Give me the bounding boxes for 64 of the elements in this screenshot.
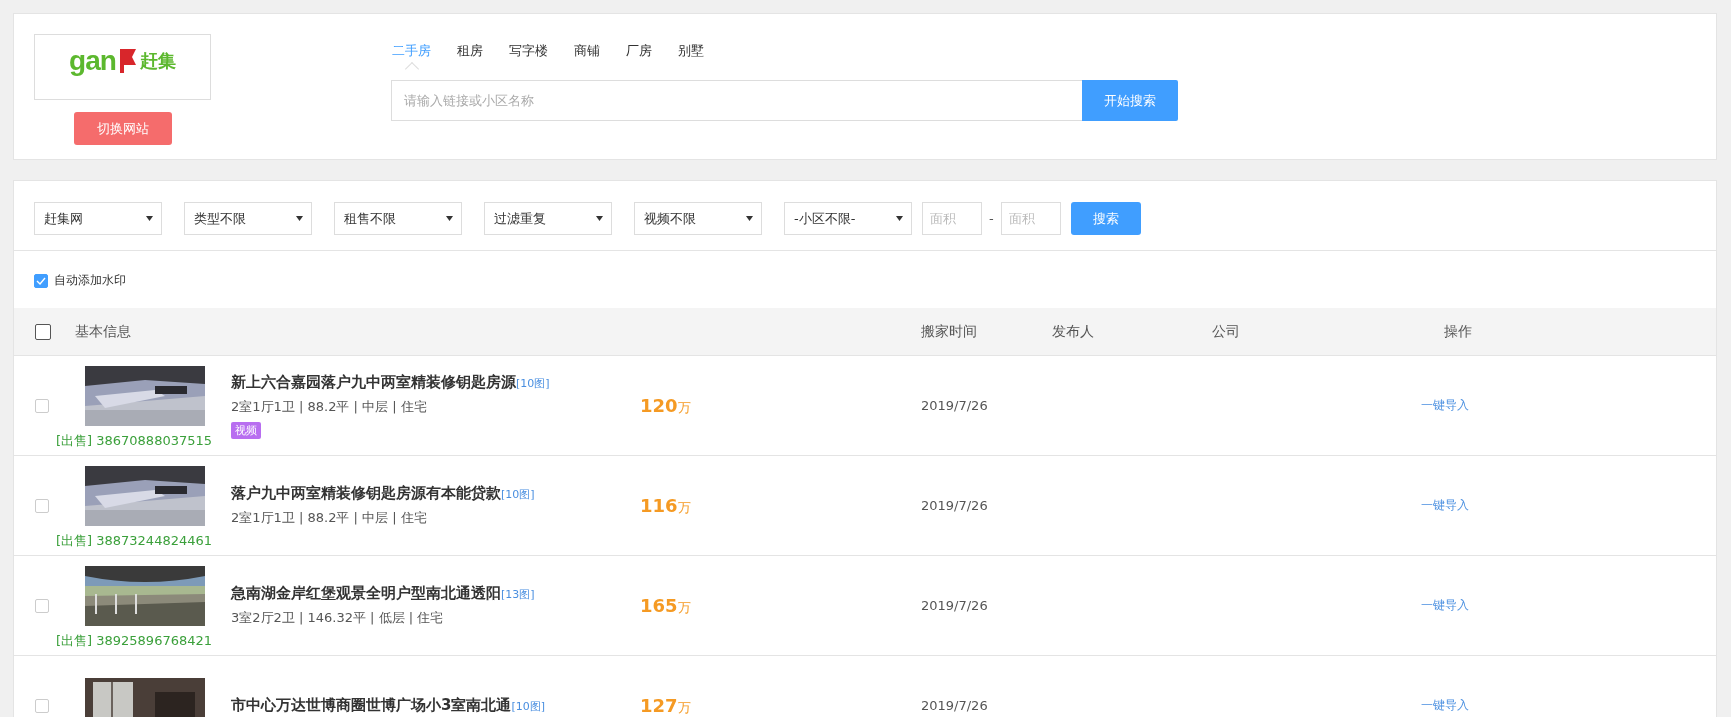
column-header: 搬家时间: [921, 322, 978, 341]
row-checkbox[interactable]: [35, 398, 49, 413]
filter-select[interactable]: 赶集网: [34, 202, 162, 235]
photo-count[interactable]: [10图]: [516, 375, 550, 391]
category-tab[interactable]: 别墅: [678, 42, 704, 66]
price: 116万: [640, 494, 692, 517]
listing-title[interactable]: 新上六合嘉园落户九中两室精装修钥匙房源: [231, 372, 516, 392]
filter-select[interactable]: -小区不限-: [784, 202, 912, 235]
caret-icon: [146, 216, 153, 221]
filter-select[interactable]: 类型不限: [184, 202, 312, 235]
price: 120万: [640, 394, 692, 417]
row-checkbox[interactable]: [35, 498, 49, 513]
listing-id: [出售] 38873244824461: [55, 531, 213, 550]
select-all-checkbox[interactable]: [35, 323, 51, 340]
listing-id: [出售] 38925896768421: [55, 631, 213, 650]
move-date: 2019/7/26: [921, 598, 989, 613]
filter-select[interactable]: 过滤重复: [484, 202, 612, 235]
listing-specs: 2室1厅1卫 | 88.2平 | 中层 | 住宅: [231, 397, 427, 416]
import-link[interactable]: 一键导入: [1421, 497, 1716, 514]
search-field[interactable]: 请输入链接或小区名称: [391, 80, 1082, 121]
import-link[interactable]: 一键导入: [1421, 397, 1716, 414]
caret-icon: [896, 216, 903, 221]
watermark-label: 自动添加水印: [54, 272, 126, 289]
caret-icon: [446, 216, 453, 221]
move-date: 2019/7/26: [921, 498, 989, 513]
logo-text: gan: [69, 47, 116, 75]
listing-id: [出售] 38670888037515: [55, 431, 213, 450]
row-checkbox[interactable]: [35, 698, 49, 713]
video-tag: 视频: [231, 421, 261, 439]
column-header: 公司: [1212, 322, 1241, 341]
move-date: 2019/7/26: [921, 398, 989, 413]
import-link[interactable]: 一键导入: [1421, 697, 1716, 714]
filter-select[interactable]: 租售不限: [334, 202, 462, 235]
area-min-field[interactable]: 面积: [922, 202, 982, 235]
watermark-checkbox[interactable]: [34, 273, 48, 288]
category-tab[interactable]: 商铺: [574, 42, 600, 66]
price: 165万: [640, 594, 692, 617]
listing-specs: 3室2厅2卫 | 146.32平 | 低层 | 住宅: [231, 609, 444, 627]
listing-title[interactable]: 落户九中两室精装修钥匙房源有本能贷款: [231, 484, 501, 503]
price: 127万: [640, 694, 692, 717]
import-link[interactable]: 一键导入: [1421, 597, 1716, 614]
caret-icon: [596, 216, 603, 221]
logo-text: 赶集: [139, 49, 176, 73]
flag-icon: [117, 47, 138, 73]
area-max-field[interactable]: 面积: [1000, 202, 1061, 235]
row-checkbox[interactable]: [35, 598, 49, 613]
caret-icon: [746, 216, 753, 221]
column-header: 操作: [1444, 322, 1473, 341]
filter-select[interactable]: 视频不限: [634, 202, 762, 235]
listing-title[interactable]: 市中心万达世博商圈世博广场小3室南北通: [231, 696, 512, 715]
column-header: 发布人: [1052, 322, 1095, 341]
photo-count[interactable]: [10图]: [511, 699, 546, 714]
category-tab[interactable]: 厂房: [626, 42, 652, 66]
move-date: 2019/7/26: [921, 698, 989, 713]
range-separator: -: [989, 211, 994, 226]
caret-icon: [296, 216, 303, 221]
listing-title[interactable]: 急南湖金岸红堡观景全明户型南北通透阳: [231, 584, 501, 603]
category-tab[interactable]: 租房: [457, 42, 483, 66]
column-header: 基本信息: [75, 322, 132, 341]
check-icon: [36, 276, 46, 285]
listing-specs: 2室1厅1卫 | 88.2平 | 中层 | 住宅: [231, 509, 427, 527]
photo-count[interactable]: [13图]: [501, 587, 535, 602]
photo-count[interactable]: [10图]: [501, 487, 535, 502]
category-tab[interactable]: 写字楼: [509, 42, 548, 66]
